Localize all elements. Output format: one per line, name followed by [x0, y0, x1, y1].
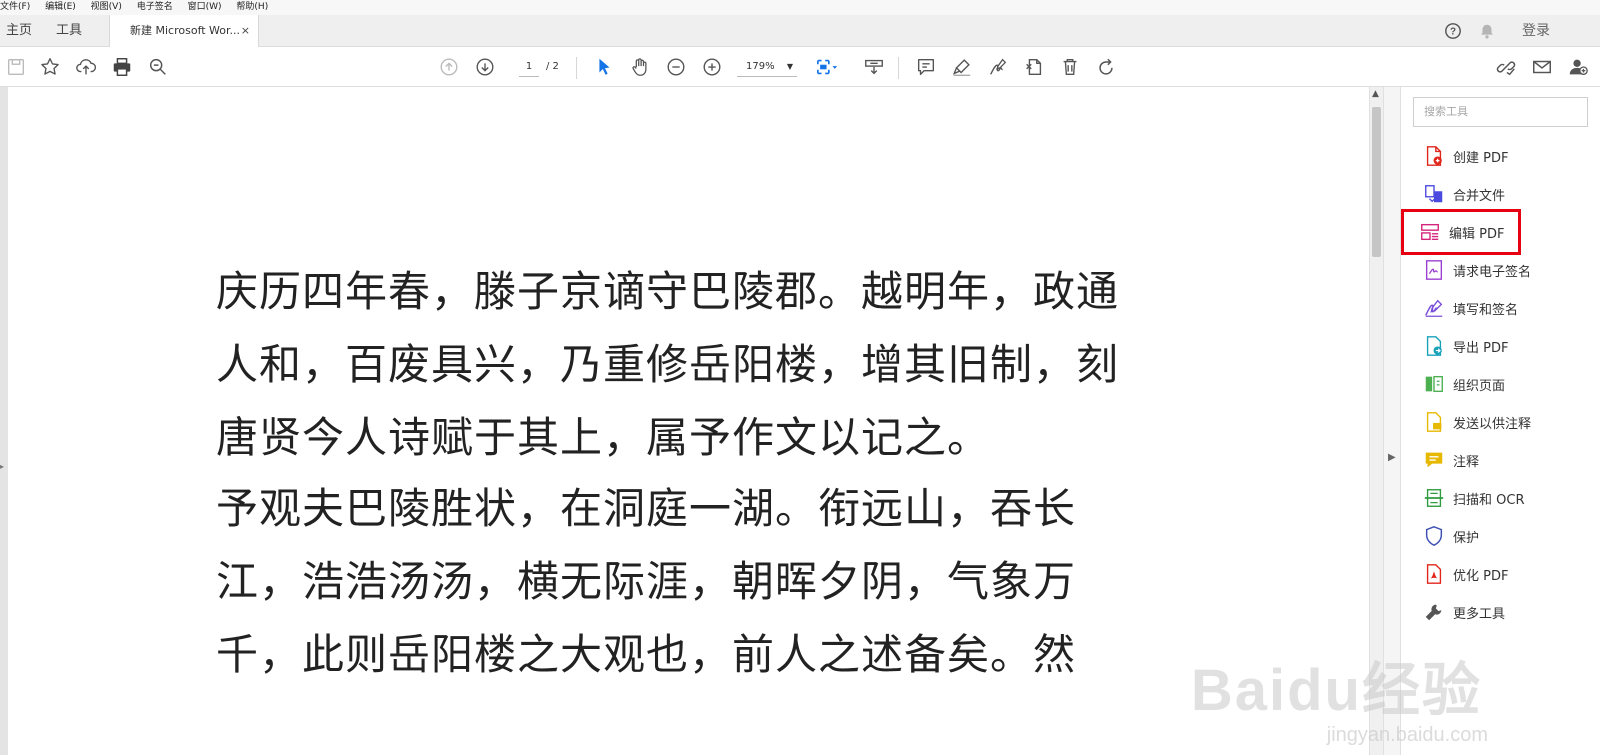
fit-page-icon[interactable] [812, 55, 842, 79]
watermark-url: jingyan.baidu.com [1326, 724, 1488, 746]
edit-pdf-icon [1421, 223, 1439, 241]
comment-icon [1425, 452, 1443, 468]
svg-text:?: ? [1450, 27, 1456, 38]
highlighter-icon[interactable] [950, 55, 974, 79]
comment-icon[interactable] [914, 55, 938, 79]
zoom-in-icon[interactable] [700, 55, 724, 79]
main-area: ▸ 庆历四年春，滕子京谪守巴陵郡。越明年，政通人和，百废具兴，乃重修岳阳楼，增其… [0, 87, 1600, 755]
send-comment-icon [1426, 412, 1442, 432]
cloud-upload-icon[interactable] [74, 55, 98, 79]
tool-label: 保护 [1453, 530, 1480, 546]
star-icon[interactable] [38, 55, 62, 79]
tool-label: 更多工具 [1453, 606, 1506, 622]
email-icon[interactable] [1530, 55, 1554, 79]
main-toolbar: 1 / 2 179% ▼ [0, 47, 1600, 87]
stamp-icon[interactable] [1022, 55, 1046, 79]
protect-icon [1425, 526, 1443, 546]
tool-combine-files[interactable]: 合并文件 [1411, 178, 1586, 210]
tool-label: 创建 PDF [1453, 150, 1509, 166]
menu-esign[interactable]: 电子签名 [137, 2, 173, 12]
tool-label: 请求电子签名 [1453, 264, 1532, 280]
zoom-level-value: 179% [746, 61, 775, 72]
create-pdf-icon [1426, 146, 1442, 166]
export-pdf-icon [1426, 336, 1442, 356]
request-signature-icon [1425, 260, 1443, 280]
draw-signature-icon[interactable] [986, 55, 1010, 79]
scroll-up-icon[interactable]: ▲ [1372, 89, 1379, 99]
print-icon[interactable] [110, 55, 134, 79]
zoom-out-icon[interactable] [664, 55, 688, 79]
toolbar-divider [576, 57, 577, 79]
close-tab-icon[interactable]: × [241, 15, 250, 47]
tool-edit-pdf[interactable]: 编辑 PDF [1401, 209, 1521, 255]
menu-help[interactable]: 帮助(H) [236, 2, 268, 12]
fill-sign-icon [1425, 299, 1443, 317]
add-user-icon[interactable] [1566, 55, 1590, 79]
tool-more-tools[interactable]: 更多工具 [1411, 596, 1586, 628]
document-tab-label: 新建 Microsoft Wor... [130, 24, 241, 37]
document-paragraph: 予观夫巴陵胜状，在洞庭一湖。衔远山，吞长江，浩浩汤汤，横无际涯，朝晖夕阴，气象万… [216, 484, 1077, 679]
tool-export-pdf[interactable]: 导出 PDF [1411, 330, 1586, 362]
menu-bar: 文件(F) 编辑(E) 视图(V) 电子签名 窗口(W) 帮助(H) [0, 0, 1600, 15]
tool-comment[interactable]: 注释 [1411, 444, 1586, 476]
search-tools-input[interactable]: 搜索工具 [1413, 97, 1588, 127]
tool-label: 扫描和 OCR [1453, 492, 1525, 508]
tool-label: 填写和签名 [1453, 302, 1519, 318]
tool-label: 编辑 PDF [1449, 226, 1505, 242]
menu-view[interactable]: 视图(V) [91, 2, 122, 12]
select-cursor-icon[interactable] [592, 55, 616, 79]
page-number-input[interactable]: 1 [519, 57, 539, 77]
tab-tools[interactable]: 工具 [56, 15, 82, 47]
menu-file[interactable]: 文件(F) [0, 2, 30, 12]
document-page[interactable]: 庆历四年春，滕子京谪守巴陵郡。越明年，政通人和，百废具兴，乃重修岳阳楼，增其旧制… [8, 87, 1370, 755]
chevron-right-icon: ▶ [1388, 452, 1396, 463]
document-text[interactable]: 庆历四年春，滕子京谪守巴陵郡。越明年，政通人和，百废具兴，乃重修岳阳楼，增其旧制… [216, 255, 1146, 691]
tool-label: 组织页面 [1453, 378, 1506, 394]
combine-files-icon [1425, 185, 1443, 203]
tool-request-signature[interactable]: 请求电子签名 [1411, 254, 1586, 286]
tool-optimize-pdf[interactable]: 优化 PDF [1411, 558, 1586, 590]
hand-tool-icon[interactable] [628, 55, 652, 79]
trash-icon[interactable] [1058, 55, 1082, 79]
tab-document[interactable]: 新建 Microsoft Wor... × [109, 15, 259, 48]
chevron-right-icon: ▸ [0, 462, 5, 471]
tool-label: 合并文件 [1453, 188, 1506, 204]
more-tools-icon [1425, 604, 1442, 621]
page-total: / 2 [546, 61, 559, 72]
bell-icon[interactable] [1478, 15, 1496, 47]
save-icon[interactable] [4, 55, 28, 79]
toolbar-divider [898, 57, 899, 79]
document-paragraph: 庆历四年春，滕子京谪守巴陵郡。越明年，政通人和，百废具兴，乃重修岳阳楼，增其旧制… [216, 267, 1120, 462]
tool-label: 优化 PDF [1453, 568, 1509, 584]
tool-label: 注释 [1453, 454, 1480, 470]
rotate-icon[interactable] [1094, 55, 1118, 79]
tab-bar: 主页 工具 新建 Microsoft Wor... × ? 登录 [0, 15, 1600, 48]
scroll-mode-icon[interactable] [862, 55, 886, 79]
scrollbar-thumb[interactable] [1372, 107, 1381, 257]
menu-edit[interactable]: 编辑(E) [45, 2, 76, 12]
help-circle-icon[interactable]: ? [1444, 15, 1462, 47]
tab-home[interactable]: 主页 [6, 15, 32, 47]
scan-ocr-icon [1424, 489, 1444, 507]
share-link-icon[interactable] [1494, 55, 1518, 79]
organize-pages-icon [1425, 375, 1443, 393]
tool-label: 发送以供注释 [1453, 416, 1532, 432]
login-link[interactable]: 登录 [1522, 15, 1550, 47]
next-page-icon[interactable] [473, 55, 497, 79]
tool-protect[interactable]: 保护 [1411, 520, 1586, 552]
tool-organize-pages[interactable]: 组织页面 [1411, 368, 1586, 400]
zoom-search-icon[interactable] [146, 55, 170, 79]
optimize-pdf-icon [1426, 564, 1442, 584]
zoom-level-select[interactable]: 179% ▼ [737, 57, 797, 77]
tool-fill-sign[interactable]: 填写和签名 [1411, 292, 1586, 324]
prev-page-icon[interactable] [437, 55, 461, 79]
tool-scan-ocr[interactable]: 扫描和 OCR [1411, 482, 1586, 514]
watermark-logo: Baidu经验 [1190, 658, 1482, 723]
chevron-down-icon: ▼ [786, 62, 793, 71]
tool-send-for-comments[interactable]: 发送以供注释 [1411, 406, 1586, 438]
tool-label: 导出 PDF [1453, 340, 1509, 356]
tool-create-pdf[interactable]: 创建 PDF [1411, 140, 1586, 172]
menu-window[interactable]: 窗口(W) [188, 2, 222, 12]
left-panel-toggle[interactable]: ▸ [0, 87, 8, 755]
